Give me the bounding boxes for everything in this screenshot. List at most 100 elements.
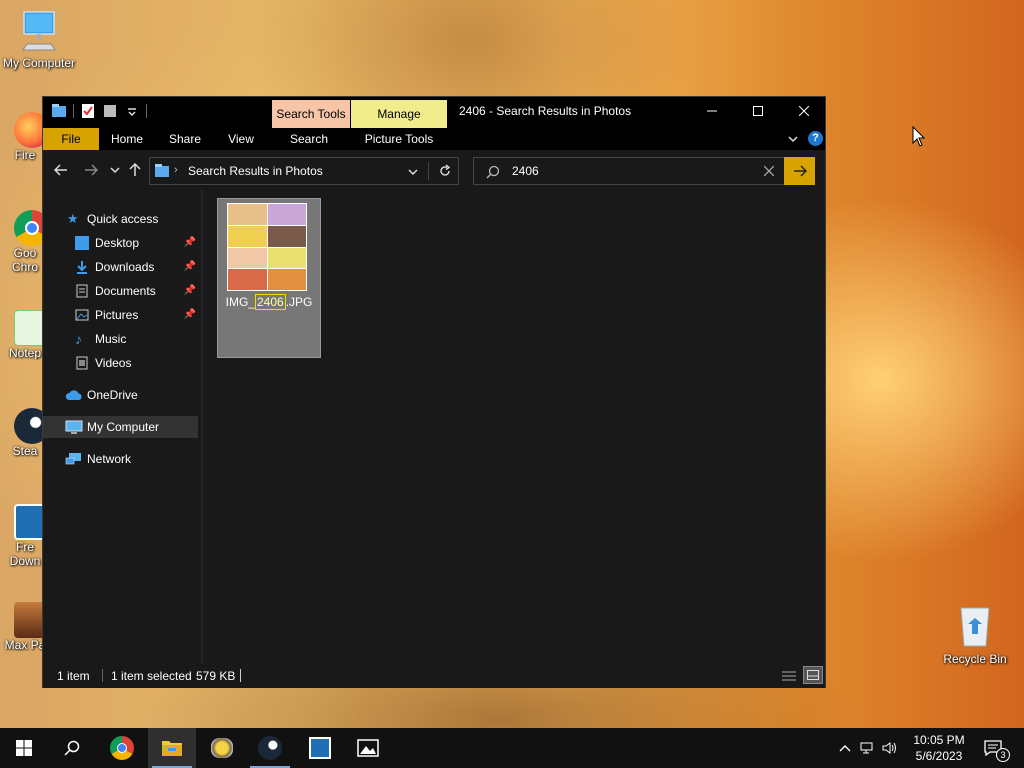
address-box[interactable]: › Search Results in Photos (149, 157, 459, 185)
nav-downloads[interactable]: Downloads 📌 (43, 256, 198, 278)
pin-icon[interactable]: 📌 (184, 256, 196, 278)
show-hidden-icons-icon[interactable] (838, 743, 852, 753)
tab-file[interactable]: File (43, 128, 99, 150)
nav-network[interactable]: Network (43, 448, 198, 470)
title-bar[interactable]: Search Tools Manage 2406 - Search Result… (43, 97, 825, 128)
cloud-icon (65, 390, 82, 400)
manage-context-tab[interactable]: Manage (351, 100, 447, 128)
bee-app-icon (211, 738, 233, 758)
nav-label: Downloads (95, 260, 155, 274)
clear-search-icon[interactable] (764, 166, 774, 176)
nav-desktop[interactable]: Desktop 📌 (43, 232, 198, 254)
nav-music[interactable]: ♪ Music (43, 328, 198, 350)
network-status-icon[interactable] (860, 741, 876, 755)
chevron-down-icon (110, 167, 120, 174)
customize-toolbar-icon[interactable] (124, 103, 140, 119)
forward-button[interactable] (81, 160, 101, 180)
tab-picture-tools[interactable]: Picture Tools (359, 128, 439, 150)
details-view-icon[interactable] (781, 669, 797, 683)
search-taskbar-button[interactable] (48, 728, 96, 768)
search-input[interactable]: 2406 (512, 164, 539, 178)
taskbar-photos[interactable] (344, 728, 392, 768)
search-box[interactable]: 2406 (473, 157, 815, 185)
network-icon (65, 453, 81, 465)
file-name[interactable]: IMG_ 2406 .JPG (218, 294, 320, 310)
ribbon-tabs: File Home Share View Search Picture Tool… (43, 128, 825, 150)
divider (428, 162, 429, 180)
windows-logo-icon (16, 740, 32, 756)
nav-documents[interactable]: Documents 📌 (43, 280, 198, 302)
search-go-button[interactable] (784, 157, 815, 185)
large-icons-icon (807, 670, 819, 680)
properties-icon[interactable] (80, 103, 96, 119)
volume-icon[interactable] (882, 741, 898, 755)
pin-icon[interactable]: 📌 (184, 304, 196, 326)
notification-count-badge: 3 (996, 748, 1010, 762)
tab-share[interactable]: Share (163, 128, 207, 150)
desktop-icon-chrome[interactable]: Goo Chro (0, 210, 48, 274)
taskbar-chrome[interactable] (98, 728, 146, 768)
nav-my-computer[interactable]: My Computer (43, 416, 198, 438)
desktop-icon-notepad[interactable]: Notep (0, 310, 48, 360)
taskbar-steam[interactable] (246, 728, 294, 768)
up-button[interactable] (125, 160, 145, 180)
nav-quick-access[interactable]: ★ Quick access (43, 208, 198, 230)
mouse-cursor-icon (912, 126, 926, 147)
recent-locations-button[interactable] (105, 160, 125, 180)
nav-label: Documents (95, 284, 156, 298)
folder-icon (162, 741, 182, 756)
taskbar-app-bee[interactable] (198, 728, 246, 768)
desktop-icon-max-payne[interactable]: Max Pa (0, 602, 48, 652)
search-tools-context-tab[interactable]: Search Tools (272, 100, 350, 128)
nav-label: Quick access (87, 212, 159, 226)
start-button[interactable] (0, 728, 48, 768)
desktop-icon-label: Max Pa (4, 638, 46, 652)
tab-search[interactable]: Search (283, 128, 335, 150)
download-manager-icon (309, 737, 331, 759)
minimize-button[interactable] (689, 97, 735, 125)
divider (102, 669, 103, 682)
nav-pictures[interactable]: Pictures 📌 (43, 304, 198, 326)
help-icon[interactable]: ? (808, 131, 823, 146)
taskbar-file-explorer[interactable] (148, 728, 196, 768)
nav-videos[interactable]: Videos (43, 352, 198, 374)
new-folder-icon[interactable] (102, 103, 118, 119)
monitor-icon (22, 11, 56, 51)
chrome-icon (110, 736, 134, 760)
desktop-icon-label: Chro (11, 260, 38, 274)
desktop-icon-recycle-bin[interactable]: Recycle Bin (936, 604, 1014, 666)
taskbar-download-manager[interactable] (296, 728, 344, 768)
large-icons-view-button[interactable] (803, 666, 823, 684)
desktop-icon-free-download[interactable]: Fre Down (0, 504, 48, 568)
desktop-icon-label: Stea (12, 444, 38, 458)
desktop-icon-my-computer[interactable]: My Computer (0, 10, 78, 70)
breadcrumb[interactable]: Search Results in Photos (188, 164, 323, 178)
navigation-pane: ★ Quick access Desktop 📌 Downloads 📌 Doc… (43, 190, 201, 664)
status-bar: 1 item 1 item selected 579 KB (43, 664, 825, 688)
address-dropdown-icon[interactable] (408, 168, 418, 176)
file-tile[interactable]: IMG_ 2406 .JPG (217, 198, 321, 358)
selection-count: 1 item selected (111, 669, 192, 683)
explorer-icon (52, 104, 66, 117)
maximize-button[interactable] (735, 97, 781, 125)
file-list[interactable]: IMG_ 2406 .JPG (203, 190, 825, 664)
close-button[interactable] (781, 97, 827, 125)
file-explorer-window[interactable]: Search Tools Manage 2406 - Search Result… (42, 96, 826, 688)
desktop-icon-label: Fire (14, 148, 36, 162)
desktop-icon-steam[interactable]: Stea (0, 408, 48, 458)
clock[interactable]: 10:05 PM 5/6/2023 (908, 732, 970, 764)
expand-ribbon-icon[interactable] (788, 134, 798, 144)
address-bar-row: › Search Results in Photos 2406 (43, 150, 825, 190)
refresh-icon[interactable] (438, 164, 452, 178)
tab-view[interactable]: View (221, 128, 261, 150)
desktop-icon-firefox[interactable]: Fire (0, 112, 48, 162)
tab-home[interactable]: Home (105, 128, 149, 150)
nav-onedrive[interactable]: OneDrive (43, 384, 198, 406)
back-button[interactable] (51, 160, 71, 180)
action-center-button[interactable]: 3 (978, 728, 1018, 768)
nav-label: Pictures (95, 308, 139, 322)
pin-icon[interactable]: 📌 (184, 232, 196, 254)
nav-label: Music (95, 332, 127, 346)
file-name-suffix: .JPG (285, 295, 313, 309)
pin-icon[interactable]: 📌 (184, 280, 196, 302)
